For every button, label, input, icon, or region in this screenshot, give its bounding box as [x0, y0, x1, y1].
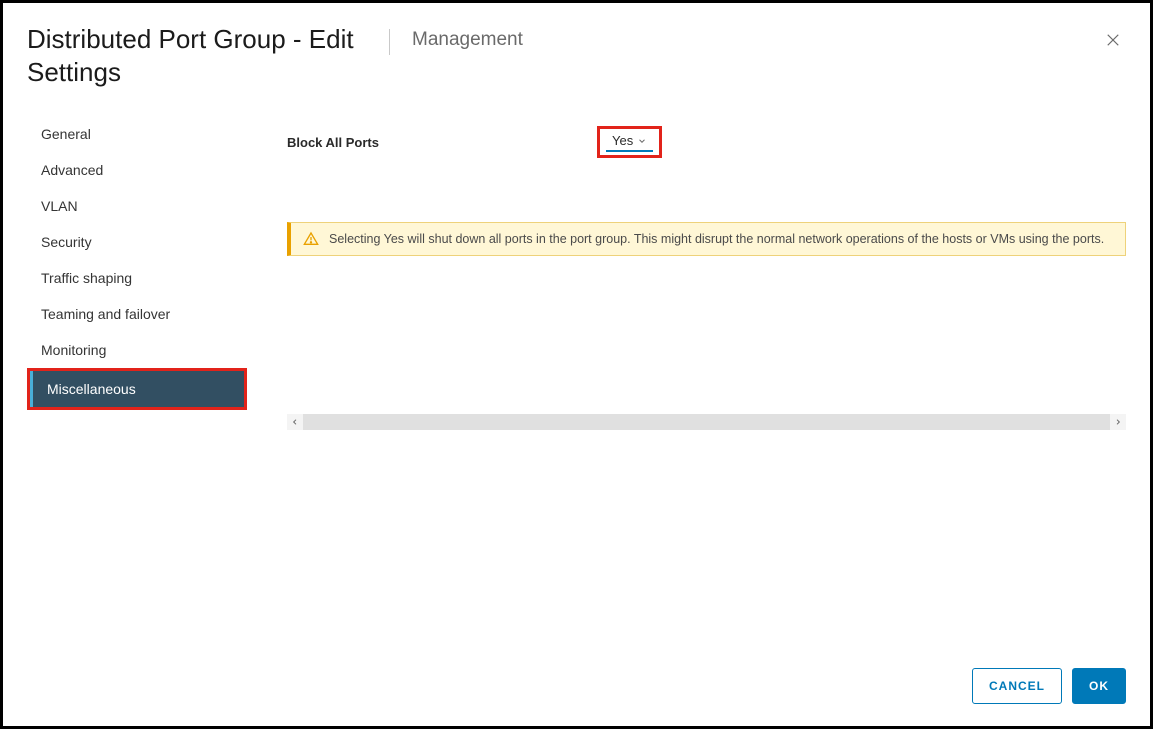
sidebar-item-monitoring[interactable]: Monitoring	[27, 332, 247, 368]
sidebar-item-vlan[interactable]: VLAN	[27, 188, 247, 224]
warning-banner: Selecting Yes will shut down all ports i…	[287, 222, 1126, 256]
warning-text: Selecting Yes will shut down all ports i…	[329, 232, 1104, 246]
sidebar-item-general[interactable]: General	[27, 116, 247, 152]
sidebar-item-miscellaneous[interactable]: Miscellaneous	[30, 371, 244, 407]
annotation-highlight: Yes	[597, 126, 662, 158]
dialog-frame: Distributed Port Group - Edit Settings M…	[0, 0, 1153, 729]
block-all-ports-label: Block All Ports	[287, 135, 597, 150]
sidebar: General Advanced VLAN Security Traffic s…	[27, 102, 247, 430]
block-all-ports-select[interactable]: Yes	[606, 133, 653, 152]
close-icon[interactable]	[1104, 31, 1122, 49]
dialog-header: Distributed Port Group - Edit Settings M…	[3, 3, 1150, 98]
dialog-footer: CANCEL OK	[972, 668, 1126, 704]
chevron-down-icon	[637, 136, 647, 146]
dialog-body: General Advanced VLAN Security Traffic s…	[3, 98, 1150, 430]
horizontal-scrollbar[interactable]	[287, 414, 1126, 430]
main-panel: Block All Ports Yes Selecting Y	[247, 102, 1126, 430]
sidebar-item-traffic-shaping[interactable]: Traffic shaping	[27, 260, 247, 296]
sidebar-item-security[interactable]: Security	[27, 224, 247, 260]
field-block-all-ports: Block All Ports Yes	[287, 126, 1126, 158]
cancel-button[interactable]: CANCEL	[972, 668, 1062, 704]
divider	[389, 29, 390, 55]
warning-icon	[303, 231, 319, 247]
sidebar-item-advanced[interactable]: Advanced	[27, 152, 247, 188]
block-all-ports-value: Yes	[612, 133, 633, 148]
scrollbar-track[interactable]	[303, 414, 1110, 430]
dialog-context: Management	[412, 23, 523, 51]
scroll-left-arrow-icon[interactable]	[287, 414, 303, 430]
annotation-highlight: Miscellaneous	[27, 368, 247, 410]
dialog-title: Distributed Port Group - Edit Settings	[27, 23, 367, 88]
scroll-right-arrow-icon[interactable]	[1110, 414, 1126, 430]
ok-button[interactable]: OK	[1072, 668, 1126, 704]
sidebar-item-teaming-and-failover[interactable]: Teaming and failover	[27, 296, 247, 332]
